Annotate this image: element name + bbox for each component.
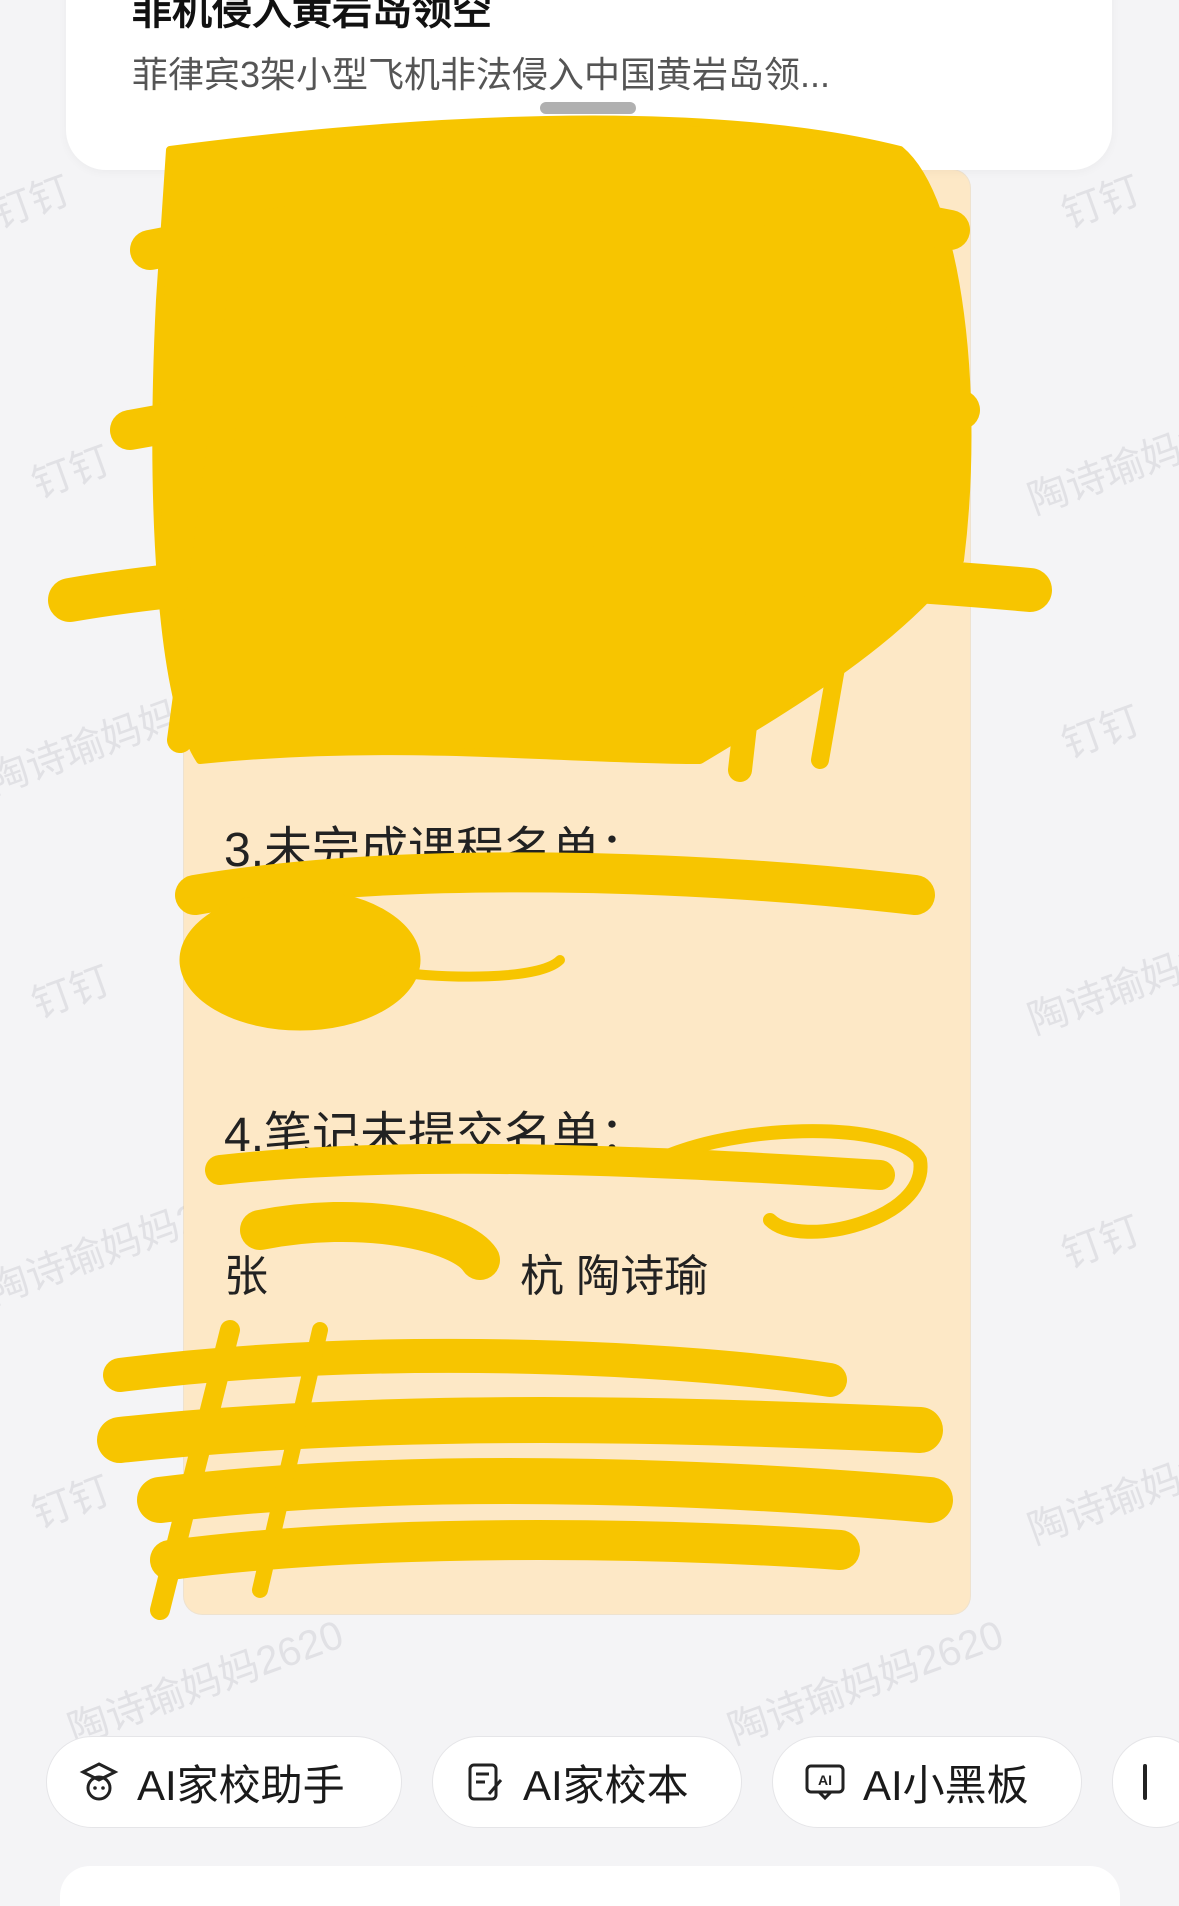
redaction-scribble bbox=[205, 1143, 895, 1190]
input-bar[interactable] bbox=[60, 1866, 1120, 1906]
ai-blackboard-icon: AI bbox=[805, 1764, 845, 1801]
toolbar-label: AI家校助手 bbox=[137, 1761, 345, 1809]
svg-text:AI: AI bbox=[818, 1772, 832, 1788]
redaction-scribbles bbox=[48, 115, 1052, 1620]
redaction-scribble bbox=[97, 1397, 943, 1463]
toolbar-label: AI小黑板 bbox=[863, 1761, 1029, 1809]
ai-blackboard-button[interactable]: AI AI小黑板 bbox=[772, 1736, 1082, 1828]
ai-toolbar: AI家校助手 AI家校本 AI AI小黑板 bbox=[0, 1720, 1179, 1840]
redaction-scribble bbox=[240, 1202, 500, 1280]
ai-family-school-notebook-button[interactable]: AI家校本 bbox=[432, 1736, 742, 1828]
toolbar-label: AI家校本 bbox=[523, 1761, 689, 1809]
ai-family-school-assistant-button[interactable]: AI家校助手 bbox=[46, 1736, 402, 1828]
redaction-scribble bbox=[179, 889, 421, 1031]
assistant-face-icon bbox=[79, 1762, 119, 1801]
partial-item-icon bbox=[1143, 1764, 1147, 1800]
notebook-edit-icon bbox=[468, 1763, 503, 1801]
toolbar-more-item[interactable] bbox=[1112, 1736, 1179, 1828]
